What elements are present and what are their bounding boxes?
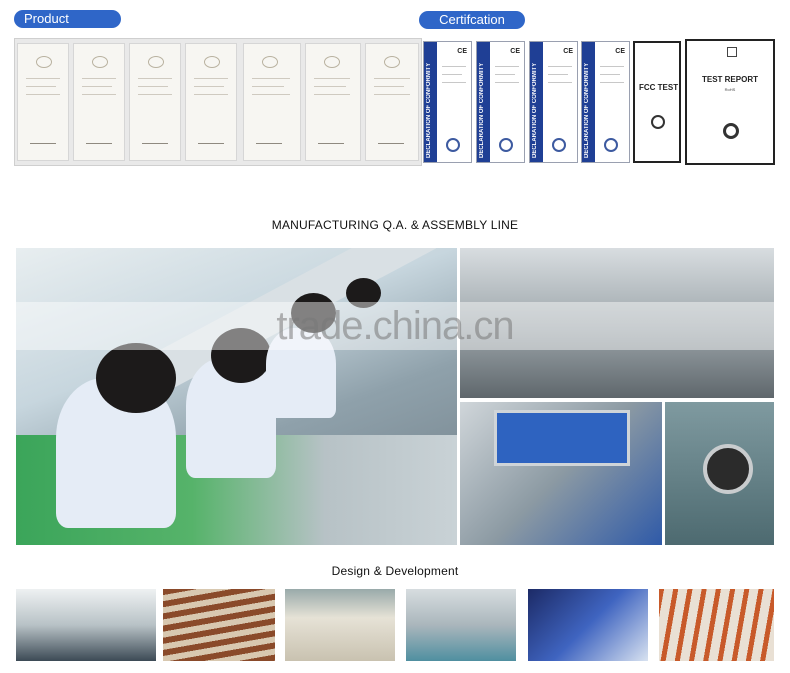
patent-document [73,43,125,161]
design-section-title: Design & Development [331,564,459,578]
ce-mark: CE [510,48,520,55]
team-photo [528,589,648,661]
patent-document [17,43,69,161]
watermark: trade.china.cn [0,302,790,350]
declaration-document: DECLARATION OF CONFORMITY CE [476,41,525,163]
ce-mark: CE [615,48,625,55]
declaration-document: DECLARATION OF CONFORMITY CE [423,41,472,163]
patent-document [129,43,181,161]
stamp-icon [552,138,566,152]
warehouse-photo [659,589,774,661]
manufacturing-section-title: MANUFACTURING Q.A. & ASSEMBLY LINE [271,218,519,232]
ce-mark: CE [563,48,573,55]
declaration-document: DECLARATION OF CONFORMITY CE [581,41,630,163]
patent-certificates-image [14,38,422,166]
stamp-icon [499,138,513,152]
stamp-icon [446,138,460,152]
certification-label: Certifcation [419,11,525,29]
patent-document [365,43,419,161]
logo-icon [727,47,737,57]
stamp-icon [723,123,739,139]
patent-document [243,43,301,161]
meeting-room-photo [16,589,156,661]
certification-documents-image: DECLARATION OF CONFORMITY CE DECLARATION… [423,38,775,166]
patent-document [305,43,361,161]
product-patents-label: Product Patents [14,10,121,44]
gauge-icon [703,444,753,494]
stamp-icon [604,138,618,152]
stamp-icon [651,115,665,129]
test-report-document: TEST REPORT RoHS [685,39,775,165]
patent-document [185,43,237,161]
laser-marking-photo [460,402,662,545]
fcc-test-document: FCC TEST [633,41,681,163]
ce-mark: CE [457,48,467,55]
gauge-testing-photo [665,402,774,545]
production-floor-photo [406,589,516,661]
product-samples-photo [285,589,395,661]
aging-test-photo [163,589,275,661]
assembly-line-photo [16,248,457,545]
declaration-document: DECLARATION OF CONFORMITY CE [529,41,578,163]
